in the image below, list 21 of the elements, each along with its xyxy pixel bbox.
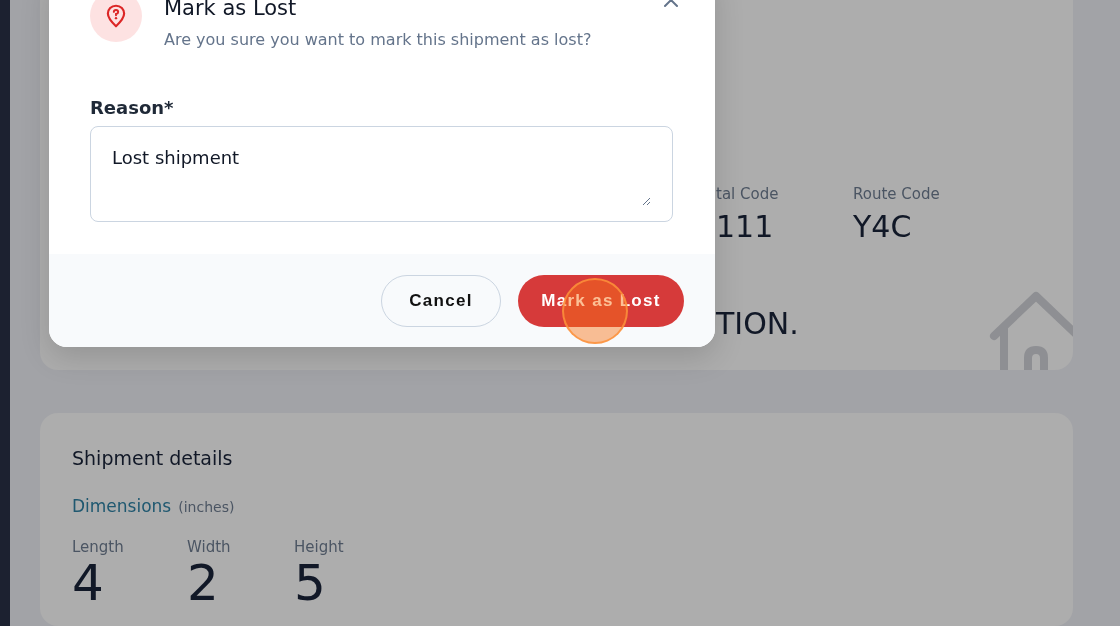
address-text: TION. <box>716 306 799 341</box>
cancel-button[interactable]: Cancel <box>381 274 501 327</box>
mark-lost-button[interactable]: Mark as Lost <box>518 274 684 327</box>
resize-grip-icon[interactable] <box>641 196 651 206</box>
dimension-label: Length <box>72 538 125 556</box>
dialog-message: Are you sure you want to mark this shipment as lost? <box>164 30 592 49</box>
dimensions-heading: Dimensions <box>72 496 172 516</box>
field-value: 111 <box>716 209 775 244</box>
dimension-value: 4 <box>72 556 104 611</box>
dimension-value: 2 <box>187 556 220 611</box>
dimension-label: Height <box>294 538 344 556</box>
unit-label: (inches) <box>178 499 235 515</box>
field-value: Y4C <box>853 209 913 244</box>
dimension-value: 5 <box>294 556 326 611</box>
field-label: tal Code <box>716 185 780 203</box>
field-label: Reason* <box>90 97 175 118</box>
pin-question-icon <box>90 0 142 42</box>
dimension-label: Width <box>187 538 232 556</box>
field-label: Route Code <box>853 185 940 203</box>
section-title: Shipment details <box>72 447 234 469</box>
reason-field[interactable]: Lost shipment <box>90 126 673 222</box>
